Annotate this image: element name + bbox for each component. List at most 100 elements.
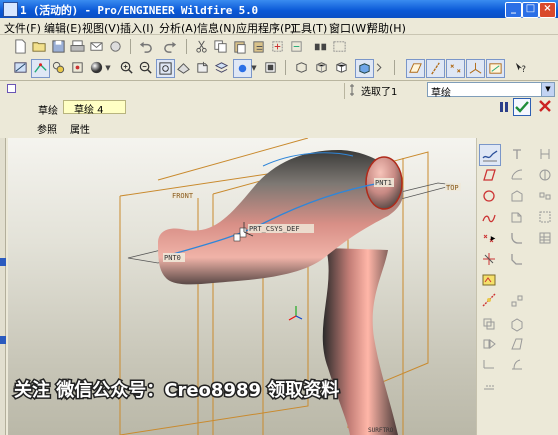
undo-icon[interactable]	[137, 38, 154, 55]
extrude-icon[interactable]	[507, 144, 527, 164]
circle-icon[interactable]	[479, 186, 499, 206]
tab-references[interactable]: 参照	[37, 121, 57, 136]
save-icon[interactable]	[50, 38, 67, 55]
paste-icon[interactable]	[231, 38, 248, 55]
draft-icon[interactable]	[507, 334, 527, 354]
copy-icon[interactable]	[212, 38, 229, 55]
display-style-dropdown-icon[interactable]	[374, 59, 384, 76]
pattern-icon[interactable]	[507, 290, 527, 310]
mirror-icon[interactable]	[479, 334, 499, 354]
view-dropdown-icon[interactable]: ▼	[250, 59, 258, 76]
coordinate-systems-icon[interactable]	[466, 59, 485, 78]
shading-dropdown-icon[interactable]: ▼	[104, 59, 112, 76]
window-title: 1 (活动的) - Pro/ENGINEER Wildfire 5.0	[20, 4, 258, 17]
datum-points-icon[interactable]	[446, 59, 465, 78]
menu-applications[interactable]: 应用程序(P)	[236, 20, 295, 36]
refit-icon[interactable]	[69, 59, 86, 76]
redo-icon[interactable]	[162, 38, 179, 55]
annotation-display-icon[interactable]	[486, 59, 505, 78]
layers-icon[interactable]	[213, 59, 230, 76]
feature-toolbar: ▶	[476, 138, 558, 435]
palette-icon[interactable]	[479, 270, 499, 290]
dashboard-status-icon	[7, 84, 16, 93]
context-help-icon[interactable]: ?	[512, 59, 529, 76]
group-icon[interactable]	[535, 186, 555, 206]
menu-insert[interactable]: 插入(I)	[120, 20, 154, 36]
paste-special-icon[interactable]	[250, 38, 267, 55]
blend-icon[interactable]	[507, 207, 527, 227]
chamfer-icon[interactable]	[507, 249, 527, 269]
no-hidden-icon[interactable]	[333, 59, 350, 76]
chevron-down-icon[interactable]: ▼	[541, 83, 554, 96]
datum-curve-icon[interactable]	[479, 290, 499, 310]
extend-icon[interactable]	[479, 354, 499, 374]
rib-icon[interactable]	[507, 354, 527, 374]
trim-icon[interactable]	[479, 249, 499, 269]
menu-view[interactable]: 视图(V)	[82, 20, 120, 36]
menu-file[interactable]: 文件(F)	[4, 20, 41, 36]
model-viewport[interactable]: FRONT TOP PNT1 PNT0 PRT_CSYS_DEF SURFTRO…	[8, 138, 476, 435]
point-flyout-icon[interactable]: ▶	[489, 234, 497, 242]
selection-filter-select[interactable]: 草绘 ▼	[427, 82, 555, 99]
select-box-icon[interactable]	[331, 38, 348, 55]
shading-icon[interactable]	[88, 59, 105, 76]
copy-feature-icon[interactable]	[479, 314, 499, 334]
shaded-mode-icon[interactable]	[355, 59, 374, 78]
wireframe-icon[interactable]	[293, 59, 310, 76]
datum-label-top: TOP	[446, 184, 459, 192]
reorient-icon[interactable]	[175, 59, 192, 76]
navigator-collapse-icon[interactable]	[0, 336, 6, 344]
tab-properties[interactable]: 属性	[70, 121, 90, 136]
shell-icon[interactable]	[507, 314, 527, 334]
zoom-in-icon[interactable]	[118, 59, 135, 76]
maximize-button[interactable]: □	[522, 2, 539, 18]
menu-tools[interactable]: 工具(T)	[290, 20, 327, 36]
datum-planes-icon[interactable]	[406, 59, 425, 78]
hidden-line-icon[interactable]	[313, 59, 330, 76]
pause-icon[interactable]	[498, 100, 510, 114]
regen-manager-icon[interactable]	[288, 38, 305, 55]
cosmetic-icon[interactable]	[535, 165, 555, 185]
sketch-collector-value: 草绘 4	[74, 105, 104, 116]
saved-views-icon[interactable]	[194, 59, 211, 76]
sketch-mode-icon[interactable]	[479, 144, 501, 166]
send-link-icon[interactable]	[107, 38, 124, 55]
spin-center-icon[interactable]	[262, 59, 279, 76]
send-mail-icon[interactable]	[88, 38, 105, 55]
menu-analysis[interactable]: 分析(A)	[159, 20, 197, 36]
cancel-x-icon[interactable]	[537, 98, 555, 116]
open-icon[interactable]	[31, 38, 48, 55]
zoom-fit-icon[interactable]	[156, 59, 175, 78]
table-icon[interactable]	[535, 228, 555, 248]
menu-info[interactable]: 信息(N)	[197, 20, 236, 36]
sweep-icon[interactable]	[507, 186, 527, 206]
menu-window[interactable]: 窗口(W)	[329, 20, 370, 36]
menu-bar: 文件(F) 编辑(E) 视图(V) 插入(I) 分析(A) 信息(N) 应用程序…	[0, 18, 558, 35]
apply-checkmark-icon[interactable]	[513, 98, 531, 116]
hole-icon[interactable]	[535, 144, 555, 164]
sketch-vertices-icon[interactable]	[31, 59, 50, 78]
new-icon[interactable]	[12, 38, 29, 55]
selection-filter-value: 草绘	[431, 88, 451, 99]
datum-axes-icon[interactable]	[426, 59, 445, 78]
navigator-toggle-icon[interactable]	[0, 258, 6, 266]
constraints-icon[interactable]	[50, 59, 67, 76]
round-icon[interactable]	[507, 228, 527, 248]
menu-edit[interactable]: 编辑(E)	[44, 20, 82, 36]
sketcher-display-icon[interactable]	[12, 59, 29, 76]
revolve-icon[interactable]	[507, 165, 527, 185]
spline-icon[interactable]	[479, 207, 499, 227]
find-icon[interactable]	[312, 38, 329, 55]
cut-icon[interactable]	[193, 38, 210, 55]
minimize-button[interactable]: _	[505, 2, 522, 18]
menu-help[interactable]: 帮助(H)	[367, 20, 406, 36]
rectangle-icon[interactable]	[479, 165, 499, 185]
graphics-window[interactable]: FRONT TOP PNT1 PNT0 PRT_CSYS_DEF SURFTRO…	[8, 138, 476, 435]
hidden-items-icon[interactable]	[535, 207, 555, 227]
print-icon[interactable]	[69, 38, 86, 55]
sketch-collector-field[interactable]: 草绘 4	[63, 100, 126, 116]
offset-icon[interactable]	[479, 375, 499, 395]
zoom-out-icon[interactable]	[137, 59, 154, 76]
regenerate-icon[interactable]	[269, 38, 286, 55]
close-button[interactable]: ×	[539, 2, 556, 18]
